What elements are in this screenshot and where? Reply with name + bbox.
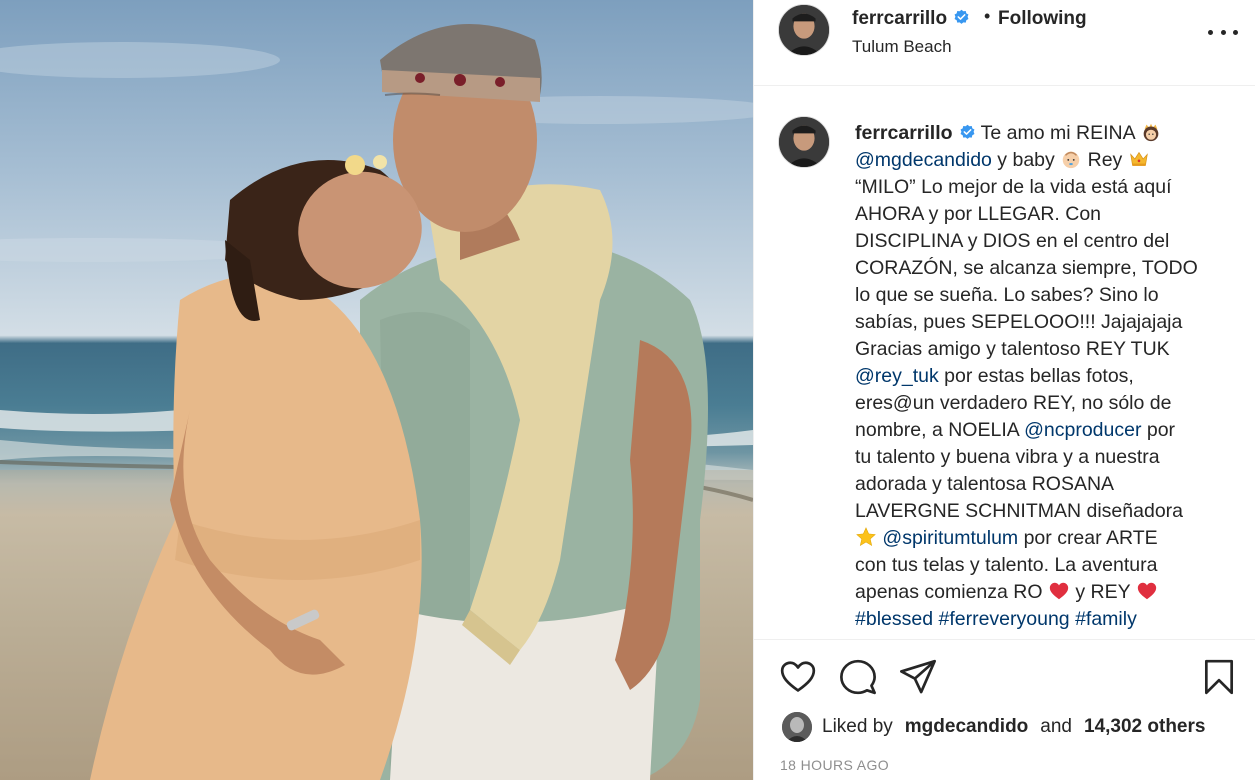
caption-text-segment: por crear ARTE	[1018, 527, 1158, 549]
red-heart-emoji-icon	[1136, 581, 1158, 603]
caption-username[interactable]: ferrcarrillo	[855, 122, 953, 144]
comment-icon[interactable]	[839, 658, 877, 696]
verified-badge-icon	[954, 9, 969, 24]
caption-line: CORAZÓN, se alcanza siempre, TODO	[855, 255, 1235, 282]
caption-text-segment: por	[1141, 419, 1176, 441]
caption-text-segment: apenas comienza RO	[855, 581, 1048, 603]
caption-text-segment: eres@un verdadero REY, no sólo de	[855, 392, 1172, 414]
likes-and-label: and	[1040, 716, 1072, 737]
caption-text-segment: CORAZÓN, se alcanza siempre, TODO	[855, 257, 1198, 279]
action-bar	[754, 639, 1255, 707]
caption-text-segment: Rey	[1082, 149, 1128, 171]
caption-line: eres@un verdadero REY, no sólo de	[855, 390, 1235, 417]
caption-text: ferrcarrillo Te amo mi REINA @mgdecandid…	[855, 120, 1235, 633]
post-timestamp[interactable]: 18 HOURS AGO	[780, 757, 889, 773]
caption-text-segment: LAVERGNE SCHNITMAN diseñadora	[855, 500, 1183, 522]
caption-text-segment: DISCIPLINA y DIOS en el centro del	[855, 230, 1170, 252]
author-avatar[interactable]	[778, 4, 830, 56]
likes-summary: Liked by mgdecandido and 14,302 others	[782, 712, 1205, 742]
caption-line: apenas comienza RO y REY	[855, 579, 1235, 606]
star-emoji-icon	[855, 527, 877, 549]
hashtag-link[interactable]: #blessed	[855, 608, 933, 630]
caption-text-segment: Gracias amigo y talentoso REY TUK	[855, 338, 1170, 360]
caption-line: “MILO” Lo mejor de la vida está aquí	[855, 174, 1235, 201]
caption-text-segment: nombre, a NOELIA	[855, 419, 1025, 441]
verified-badge-icon	[960, 124, 975, 139]
caption-line: con tus telas y talento. La aventura	[855, 552, 1235, 579]
hashtag-link[interactable]: #ferreveryoung	[938, 608, 1069, 630]
mention-link[interactable]: @spiritumtulum	[882, 527, 1018, 549]
caption-text-segment: AHORA y por LLEGAR. Con	[855, 203, 1102, 225]
liked-by-label: Liked by	[822, 716, 893, 737]
mention-link[interactable]: @mgdecandido	[855, 149, 992, 171]
caption-text-segment: y REY	[1069, 581, 1136, 603]
heart-icon[interactable]	[779, 658, 817, 696]
hashtag-link[interactable]: #family	[1075, 608, 1137, 630]
caption-line: @rey_tuk por estas bellas fotos,	[855, 363, 1235, 390]
baby-emoji-icon	[1060, 149, 1082, 171]
post-photo[interactable]	[0, 0, 753, 780]
mention-link[interactable]: @rey_tuk	[855, 365, 939, 387]
caption-line: sabías, pues SEPELOOO!!! Jajajajaja	[855, 309, 1235, 336]
caption-text-segment: por estas bellas fotos,	[938, 365, 1134, 387]
caption-text-segment: lo que se sueña. Lo sabes? Sino lo	[855, 284, 1159, 306]
caption-line: nombre, a NOELIA @ncproducer por	[855, 417, 1235, 444]
likes-count[interactable]: 14,302 others	[1084, 716, 1205, 738]
caption-line: adorada y talentosa ROSANA	[855, 471, 1235, 498]
post-detail-panel: ferrcarrillo • Following Tulum Beach fer…	[753, 0, 1255, 780]
caption-line: LAVERGNE SCHNITMAN diseñadora	[855, 498, 1235, 525]
caption-text-segment: y baby	[991, 149, 1061, 171]
caption-text-segment: sabías, pues SEPELOOO!!! Jajajajaja	[855, 311, 1183, 333]
liker-avatar[interactable]	[782, 712, 812, 742]
caption-text-segment: con tus telas y talento. La aventura	[855, 554, 1158, 576]
following-button[interactable]: Following	[998, 8, 1087, 30]
caption-line: ferrcarrillo Te amo mi REINA	[855, 120, 1235, 147]
crown-emoji-icon	[1128, 149, 1150, 171]
red-heart-emoji-icon	[1048, 581, 1070, 603]
caption-author-avatar[interactable]	[778, 116, 830, 168]
caption-line: DISCIPLINA y DIOS en el centro del	[855, 228, 1235, 255]
caption-text-segment: “MILO” Lo mejor de la vida está aquí	[855, 176, 1172, 198]
caption-line: Gracias amigo y talentoso REY TUK	[855, 336, 1235, 363]
caption-line: tu talento y buena vibra y a nuestra	[855, 444, 1235, 471]
caption-text-segment: adorada y talentosa ROSANA	[855, 473, 1115, 495]
caption-line: @mgdecandido y baby Rey	[855, 147, 1235, 174]
caption-comment: ferrcarrillo Te amo mi REINA @mgdecandid…	[754, 86, 1255, 639]
caption-text-segment: tu talento y buena vibra y a nuestra	[855, 446, 1160, 468]
photo-illustration	[0, 24, 753, 780]
caption-line: AHORA y por LLEGAR. Con	[855, 201, 1235, 228]
liker-username[interactable]: mgdecandido	[905, 716, 1029, 738]
caption-line: @spiritumtulum por crear ARTE	[855, 525, 1235, 552]
share-icon[interactable]	[899, 658, 937, 696]
mention-link[interactable]: @ncproducer	[1024, 419, 1141, 441]
post-header: ferrcarrillo • Following Tulum Beach	[754, 0, 1255, 86]
header-separator: •	[984, 6, 991, 26]
caption-line: lo que se sueña. Lo sabes? Sino lo	[855, 282, 1235, 309]
author-username[interactable]: ferrcarrillo	[852, 8, 970, 30]
bookmark-icon[interactable]	[1200, 658, 1238, 696]
more-options-icon[interactable]	[1208, 22, 1238, 42]
caption-line: #blessed #ferreveryoung #family	[855, 606, 1235, 633]
woman-with-crown-emoji-icon	[1140, 122, 1162, 144]
caption-text-segment: Te amo mi REINA	[980, 122, 1140, 144]
location-link[interactable]: Tulum Beach	[852, 37, 952, 57]
